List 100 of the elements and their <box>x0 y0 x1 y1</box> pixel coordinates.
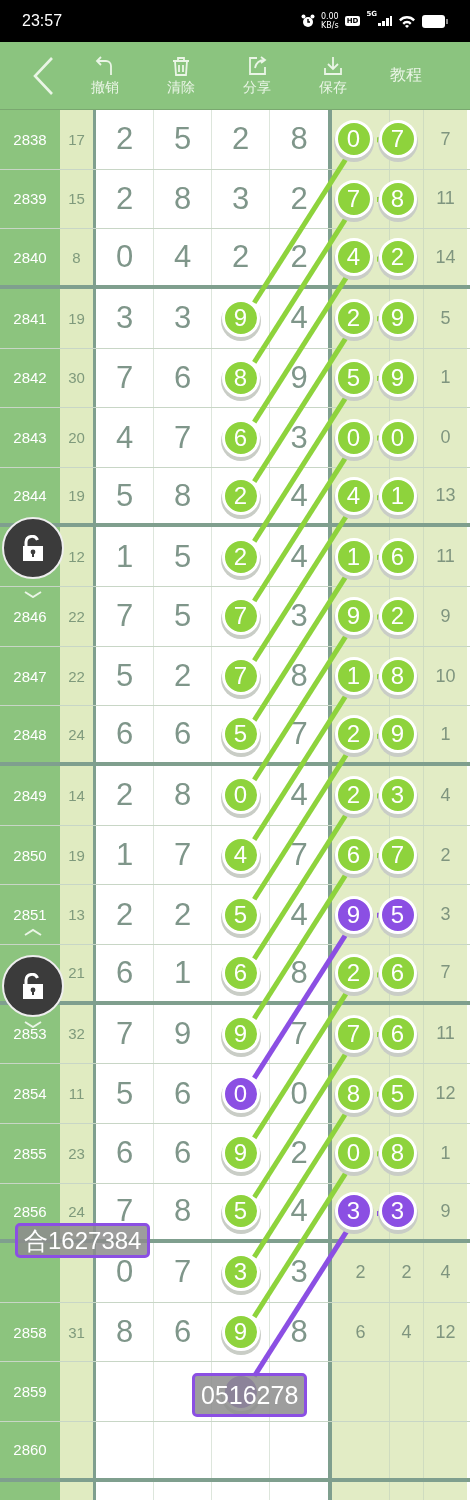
number-ball: 9 <box>221 1313 260 1352</box>
table-cell: 15 <box>60 169 96 229</box>
issue-number-cell: 2847 <box>0 646 60 706</box>
table-cell: 7 <box>424 944 467 1001</box>
issue-number-cell: 2854 <box>0 1064 60 1123</box>
table-cell: 4 <box>390 1302 424 1362</box>
issue-number-cell: 2838 <box>0 110 60 169</box>
number-ball: 2 <box>334 715 373 754</box>
clear-button[interactable]: 清除 <box>142 54 220 97</box>
table-cell: 20 <box>60 408 96 467</box>
table-cell: 21 <box>60 944 96 1001</box>
table-cell: 23 <box>60 1123 96 1183</box>
table-cell: 14 <box>424 229 467 285</box>
table-cell: 24 <box>60 706 96 763</box>
speed-unit: KB/s <box>321 21 339 30</box>
number-ball: 2 <box>334 299 373 338</box>
table-cell: 2 <box>424 825 467 885</box>
number-ball: 9 <box>334 597 373 636</box>
number-ball: 5 <box>221 1192 260 1231</box>
number-ball: 8 <box>334 1074 373 1113</box>
issue-number-cell: 2843 <box>0 408 60 467</box>
number-ball: 2 <box>378 238 417 277</box>
number-ball: 5 <box>378 895 417 934</box>
table-cell: 30 <box>60 348 96 408</box>
table-cell: 12 <box>424 1064 467 1123</box>
number-ball: 6 <box>378 953 417 992</box>
table-cell: 13 <box>424 467 467 524</box>
number-ball: 9 <box>378 715 417 754</box>
issue-number-cell: 2842 <box>0 348 60 408</box>
share-button[interactable]: 分享 <box>218 54 296 97</box>
chevron-icon[interactable] <box>23 928 43 936</box>
table-cell: 8 <box>60 229 96 285</box>
table-cell: 1 <box>424 1123 467 1183</box>
number-ball: 2 <box>334 776 373 815</box>
table-cell: 22 <box>60 587 96 646</box>
number-ball: 6 <box>334 836 373 874</box>
number-ball: 3 <box>334 1192 373 1231</box>
table-cell: 2 <box>332 1243 390 1302</box>
number-ball: 1 <box>334 657 373 696</box>
number-ball: 7 <box>221 657 260 696</box>
issue-number-cell: 2859 <box>0 1362 60 1422</box>
table-cell: 11 <box>424 1004 467 1064</box>
number-ball: 7 <box>334 1014 373 1053</box>
number-ball: 7 <box>221 597 260 636</box>
table-cell: 10 <box>424 646 467 706</box>
table-cell: 12 <box>424 1302 467 1362</box>
number-ball: 9 <box>378 358 417 397</box>
number-ball: 5 <box>378 1074 417 1113</box>
table-cell: 19 <box>60 288 96 348</box>
number-ball: 7 <box>378 120 417 159</box>
table-cell: 9 <box>424 587 467 646</box>
table-cell: 11 <box>60 1064 96 1123</box>
number-tag: 合1627384 <box>15 1223 151 1258</box>
download-icon <box>322 54 344 77</box>
number-ball: 4 <box>334 238 373 277</box>
padlock-icon <box>21 535 45 561</box>
back-icon <box>32 55 54 96</box>
trash-icon <box>170 54 192 77</box>
number-ball: 6 <box>378 537 417 576</box>
table-cell: 19 <box>60 825 96 885</box>
table-cell: 1 <box>424 348 467 408</box>
issue-number-cell: 2846 <box>0 587 60 646</box>
tutorial-button[interactable]: 教程 <box>386 59 426 92</box>
issue-number-cell: 2855 <box>0 1123 60 1183</box>
table-cell: 11 <box>424 527 467 587</box>
number-ball: 1 <box>378 476 417 515</box>
number-ball: 8 <box>378 1134 417 1173</box>
table-cell: 6 <box>332 1302 390 1362</box>
number-ball: 0 <box>334 1134 373 1173</box>
number-ball: 4 <box>221 836 260 874</box>
number-ball: 8 <box>378 657 417 696</box>
number-ball: 9 <box>378 299 417 338</box>
issue-number-cell: 2850 <box>0 825 60 885</box>
number-ball: 5 <box>334 358 373 397</box>
battery-icon <box>422 14 448 28</box>
issue-number-cell: 2841 <box>0 288 60 348</box>
table-cell: 1 <box>424 706 467 763</box>
table-cell: 2 <box>390 1243 424 1302</box>
table-cell: 4 <box>424 1243 467 1302</box>
number-ball: 9 <box>221 1134 260 1173</box>
chevron-icon[interactable] <box>23 590 43 598</box>
table-cell: 5 <box>424 288 467 348</box>
chevron-icon[interactable] <box>23 1020 43 1028</box>
number-ball: 0 <box>221 776 260 815</box>
save-button[interactable]: 保存 <box>294 54 372 97</box>
table-cell: 7 <box>424 110 467 169</box>
issue-number-cell: 2840 <box>0 229 60 285</box>
number-ball: 3 <box>378 776 417 815</box>
number-ball: 6 <box>378 1014 417 1053</box>
table-cell: 31 <box>60 1302 96 1362</box>
wifi-icon <box>398 14 416 28</box>
issue-number-cell: 2839 <box>0 169 60 229</box>
alarm-icon <box>300 14 315 28</box>
table-cell: 32 <box>60 1004 96 1064</box>
number-tag: 0516278 <box>192 1373 308 1417</box>
issue-number-cell: 2849 <box>0 766 60 825</box>
number-ball: 5 <box>221 715 260 754</box>
undo-button[interactable]: 撤销 <box>66 54 144 97</box>
number-ball: 2 <box>378 597 417 636</box>
table-cell: 13 <box>60 885 96 944</box>
